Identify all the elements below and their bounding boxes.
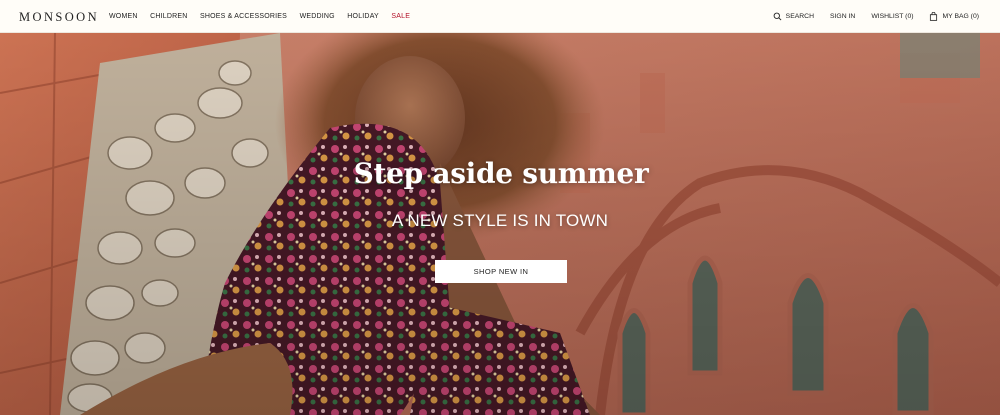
sign-in-link[interactable]: SIGN IN [830,13,855,20]
my-bag-button[interactable]: MY BAG (0) [929,12,979,21]
site-header: MONSOON WOMEN CHILDREN SHOES & ACCESSORI… [0,0,1000,33]
nav-holiday[interactable]: HOLIDAY [347,13,379,20]
hero-banner[interactable]: Step aside summer A NEW STYLE IS IN TOWN… [0,33,1000,415]
search-button[interactable]: SEARCH [773,12,814,21]
bag-icon [930,12,938,21]
hero-subtitle: A NEW STYLE IS IN TOWN [391,211,609,230]
wishlist-link[interactable]: WISHLIST (0) [871,13,913,20]
main-nav: WOMEN CHILDREN SHOES & ACCESSORIES WEDDI… [109,0,423,33]
nav-women[interactable]: WOMEN [109,13,138,20]
search-label: SEARCH [785,13,814,20]
utility-nav: SEARCH SIGN IN WISHLIST (0) MY BAG (0) [757,0,979,33]
nav-wedding[interactable]: WEDDING [300,13,335,20]
nav-shoes-accessories[interactable]: SHOES & ACCESSORIES [200,13,287,20]
nav-children[interactable]: CHILDREN [150,13,187,20]
monsoon-logo[interactable]: MONSOON [19,10,99,25]
my-bag-label: MY BAG (0) [942,13,979,20]
hero-title: Step aside summer [353,157,649,190]
search-icon [773,12,782,21]
shop-new-in-button[interactable]: SHOP NEW IN [435,260,567,283]
nav-sale[interactable]: SALE [391,13,410,20]
